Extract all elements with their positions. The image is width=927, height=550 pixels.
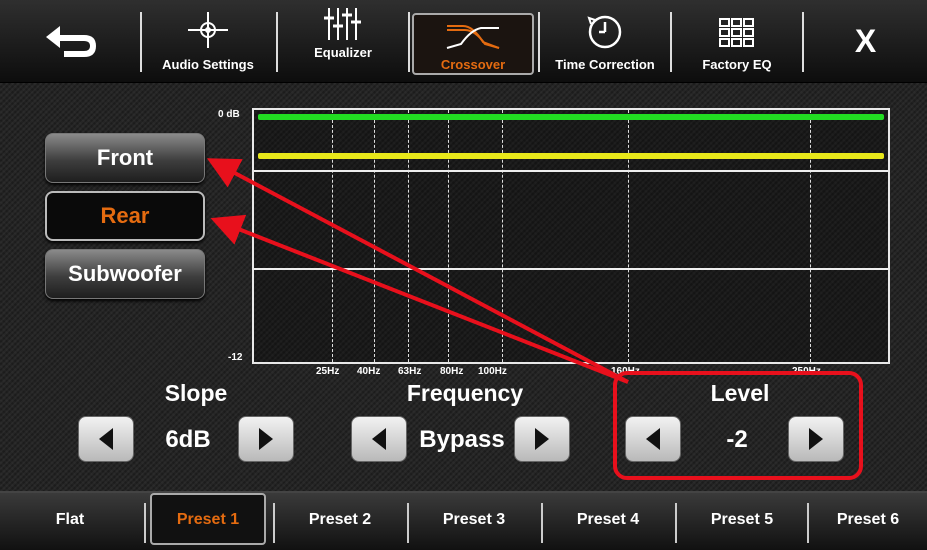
frequency-value: Bypass (419, 426, 505, 453)
top-navigation-bar: Audio Settings Equalizer Crossover Time … (0, 0, 927, 83)
graph-gridline (332, 110, 333, 362)
crossover-graph (252, 108, 890, 364)
channel-subwoofer-label: Subwoofer (68, 261, 182, 286)
frequency-increase-button[interactable] (514, 416, 570, 462)
left-arrow-icon (99, 428, 113, 450)
crossover-screen: Audio Settings Equalizer Crossover Time … (0, 0, 927, 550)
graph-x-label: 63Hz (398, 366, 422, 377)
left-arrow-icon (372, 428, 386, 450)
graph-x-label: 100Hz (478, 366, 507, 377)
graph-gridline (628, 110, 629, 362)
graph-x-label: 40Hz (357, 366, 381, 377)
graph-y-top-label: 0 dB (218, 109, 240, 120)
tab-equalizer-label: Equalizer (314, 45, 372, 60)
frequency-title: Frequency (406, 380, 524, 406)
crossover-curve-icon (446, 25, 500, 49)
preset-label: Preset 5 (710, 510, 774, 528)
preset-label: Flat (55, 510, 85, 528)
channel-subwoofer-button[interactable]: Subwoofer (45, 249, 205, 299)
tab-factory-eq-label: Factory EQ (702, 57, 772, 72)
tab-factory-eq[interactable]: Factory EQ (672, 0, 802, 82)
channel-rear-button[interactable]: Rear (45, 191, 205, 241)
tab-time-correction[interactable]: Time Correction (540, 0, 670, 82)
sliders-icon (324, 8, 361, 40)
tab-crossover-label: Crossover (440, 57, 506, 72)
crosshair-icon (188, 12, 228, 48)
graph-x-label: 25Hz (316, 366, 340, 377)
slope-increase-button[interactable] (238, 416, 294, 462)
right-arrow-icon (259, 428, 273, 450)
close-button[interactable]: X (804, 0, 927, 82)
clock-icon (587, 15, 622, 49)
back-arrow-icon (46, 26, 96, 57)
close-label: X (854, 22, 877, 59)
tab-audio-settings-label: Audio Settings (162, 57, 254, 72)
grid-icon (719, 18, 754, 47)
tab-equalizer[interactable]: Equalizer (278, 0, 408, 82)
preset-5-button[interactable]: Preset 5 (677, 491, 807, 548)
preset-label: Preset 3 (442, 510, 506, 528)
frequency-decrease-button[interactable] (351, 416, 407, 462)
level-annotation-box (613, 371, 863, 480)
graph-hline (254, 268, 888, 270)
right-arrow-icon (535, 428, 549, 450)
back-button[interactable] (0, 0, 140, 82)
channel-front-label: Front (96, 145, 154, 170)
preset-2-button[interactable]: Preset 2 (275, 491, 405, 548)
graph-gridline (448, 110, 449, 362)
graph-gridline (502, 110, 503, 362)
tab-crossover[interactable]: Crossover (412, 0, 534, 82)
graph-hline (254, 170, 888, 172)
preset-3-button[interactable]: Preset 3 (409, 491, 539, 548)
preset-4-button[interactable]: Preset 4 (543, 491, 673, 548)
channel-rear-label: Rear (100, 203, 150, 228)
preset-label: Preset 6 (836, 510, 900, 528)
preset-label: Preset 2 (308, 510, 372, 528)
graph-gridline (408, 110, 409, 362)
tab-audio-settings[interactable]: Audio Settings (142, 0, 274, 82)
preset-6-button[interactable]: Preset 6 (809, 491, 927, 548)
preset-divider (144, 503, 146, 543)
rear-level-curve (258, 153, 884, 159)
channel-front-button[interactable]: Front (45, 133, 205, 183)
graph-x-label: 80Hz (440, 366, 464, 377)
graph-gridline (810, 110, 811, 362)
slope-value: 6dB (165, 426, 211, 453)
tab-time-correction-label: Time Correction (555, 57, 655, 72)
graph-y-bottom-label: -12 (228, 352, 243, 363)
slope-title: Slope (164, 380, 228, 406)
preset-label: Preset 4 (576, 510, 640, 528)
graph-gridline (374, 110, 375, 362)
front-level-curve (258, 114, 884, 120)
preset-1-button[interactable]: Preset 1 (150, 491, 266, 548)
preset-flat-button[interactable]: Flat (0, 491, 140, 548)
preset-label: Preset 1 (176, 510, 240, 528)
slope-decrease-button[interactable] (78, 416, 134, 462)
tab-divider (408, 12, 410, 72)
